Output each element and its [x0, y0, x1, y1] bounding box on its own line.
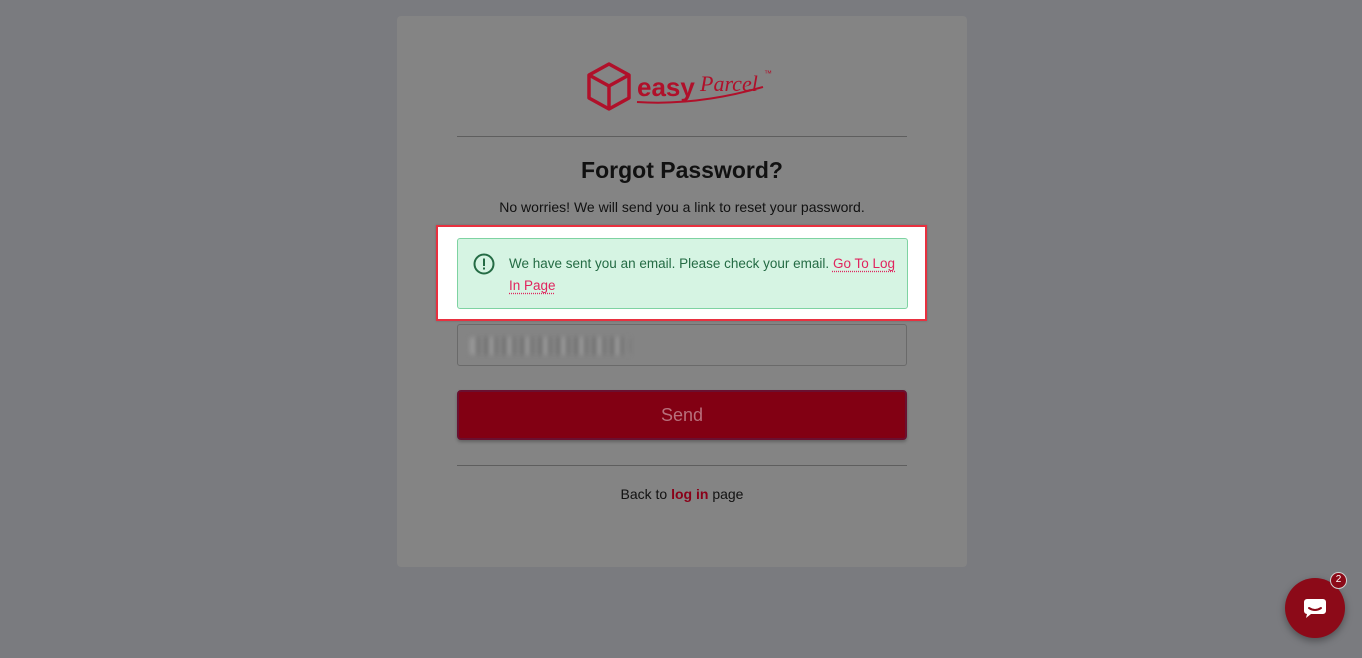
top-divider [457, 136, 907, 137]
alert-message-text: We have sent you an email. Please check … [509, 256, 830, 271]
back-to-login-line: Back to log in page [397, 486, 967, 502]
bottom-divider [457, 465, 907, 466]
easyparcel-logo: easy Parcel ™ [587, 62, 772, 111]
page-title: Forgot Password? [581, 157, 783, 183]
logo-tm: ™ [764, 69, 772, 78]
back-suffix-text: page [712, 486, 744, 502]
logo-parcel-text: Parcel [699, 71, 758, 96]
back-prefix-text: Back to [620, 486, 668, 502]
alert-highlight-frame: We have sent you an email. Please check … [436, 225, 927, 321]
success-alert: We have sent you an email. Please check … [457, 238, 908, 309]
redacted-email-value [470, 337, 630, 355]
exclamation-circle-icon [473, 253, 495, 275]
email-input[interactable] [457, 324, 907, 366]
login-link[interactable]: log in [671, 486, 708, 502]
send-button[interactable]: Send [457, 390, 907, 440]
chat-bubble-icon [1304, 599, 1326, 618]
alert-message: We have sent you an email. Please check … [509, 253, 899, 297]
logo-easy-text: easy [637, 72, 695, 102]
page-subtitle: No worries! We will send you a link to r… [499, 199, 865, 215]
chat-notification-badge: 2 [1330, 572, 1347, 589]
